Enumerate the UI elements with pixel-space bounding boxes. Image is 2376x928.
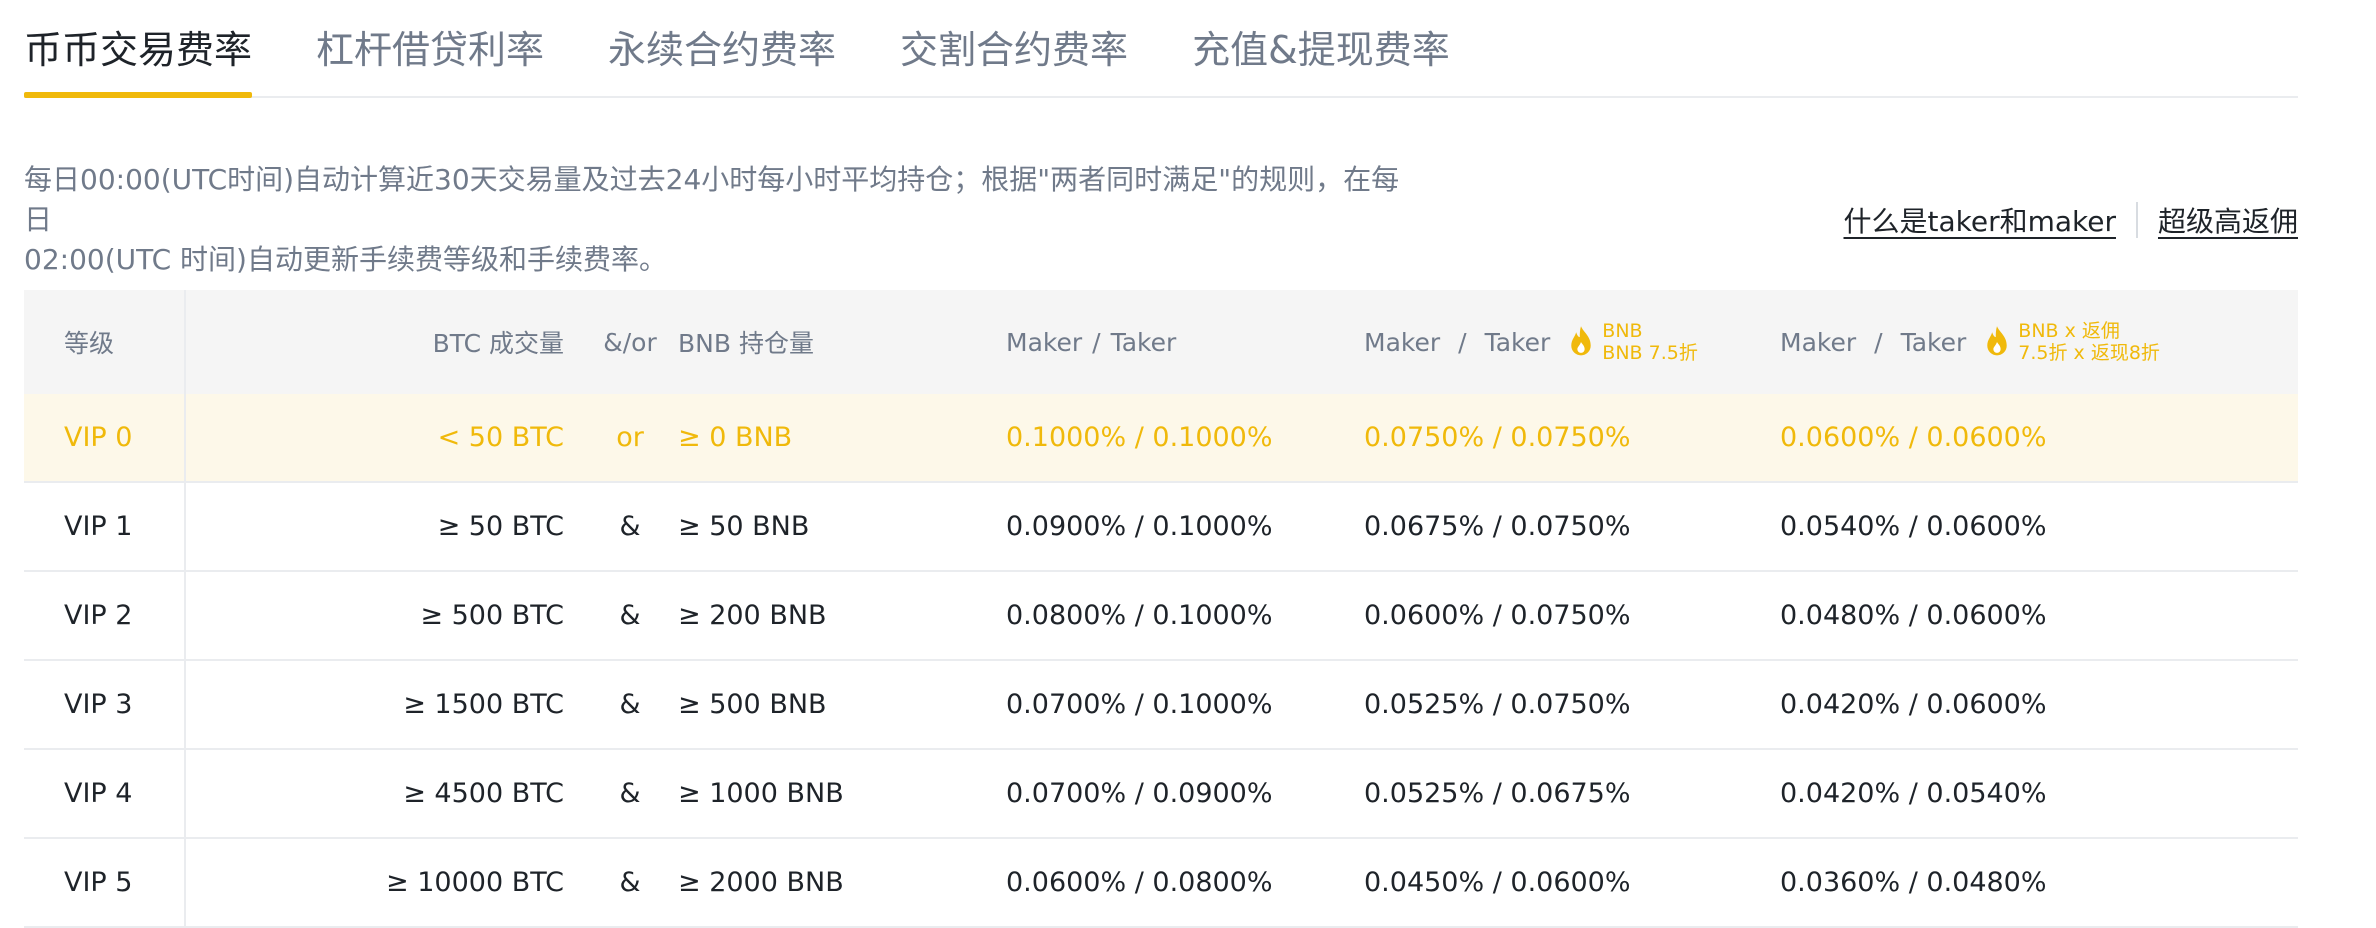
- column-divider: [184, 290, 186, 394]
- tag-line-1: BNB: [1602, 320, 1643, 342]
- vip-level: VIP 0: [64, 422, 133, 453]
- btc-volume: ≥ 1500 BTC: [403, 689, 564, 720]
- help-links: 什么是taker和maker 超级高返佣: [1844, 200, 2298, 240]
- maker-taker-rate: 0.0900% / 0.1000%: [1006, 511, 1273, 542]
- maker-taker-bnb-rate: 0.0675% / 0.0750%: [1364, 511, 1631, 542]
- column-divider: [184, 661, 186, 748]
- table-row-vip4: VIP 4 ≥ 4500 BTC & ≥ 1000 BNB 0.0700% / …: [24, 750, 2298, 839]
- column-divider: [184, 483, 186, 570]
- description-line-2: 02:00(UTC 时间)自动更新手续费等级和手续费率。: [24, 243, 667, 276]
- header-maker-label: Maker: [1780, 327, 1857, 357]
- maker-taker-bnb-rate: 0.0750% / 0.0750%: [1364, 422, 1631, 453]
- vip-level: VIP 4: [64, 778, 133, 809]
- btc-volume: ≥ 50 BTC: [437, 511, 564, 542]
- condition-operator: &: [619, 511, 641, 542]
- header-maker-taker: Maker / Taker: [1006, 290, 1176, 394]
- taker-maker-link[interactable]: 什么是taker和maker: [1844, 200, 2116, 240]
- table-row-vip1: VIP 1 ≥ 50 BTC & ≥ 50 BNB 0.0900% / 0.10…: [24, 483, 2298, 572]
- table-row-vip3: VIP 3 ≥ 1500 BTC & ≥ 500 BNB 0.0700% / 0…: [24, 661, 2298, 750]
- tag-line-2: BNB 7.5折: [1602, 342, 1698, 364]
- header-maker-label: Maker: [1006, 327, 1083, 357]
- table-row-vip0: VIP 0 < 50 BTC or ≥ 0 BNB 0.1000% / 0.10…: [24, 394, 2298, 483]
- vip-level: VIP 3: [64, 689, 133, 720]
- bnb-balance: ≥ 1000 BNB: [678, 778, 844, 809]
- fee-table: 等级 BTC 成交量 &/or BNB 持仓量 Maker / Taker Ma…: [24, 290, 2298, 928]
- fee-description: 每日00:00(UTC时间)自动计算近30天交易量及过去24小时每小时平均持仓；…: [24, 160, 1424, 280]
- header-maker-taker-bnb: Maker / Taker BNB BNB 7.5折: [1364, 290, 1698, 394]
- maker-taker-rebate-rate: 0.0360% / 0.0480%: [1780, 867, 2047, 898]
- condition-operator: &: [619, 778, 641, 809]
- header-bnb-balance: BNB 持仓量: [678, 329, 814, 358]
- link-divider: [2135, 202, 2138, 238]
- bnb-balance: ≥ 0 BNB: [678, 422, 793, 453]
- tab-spot-trading-fee[interactable]: 币币交易费率: [24, 30, 253, 98]
- column-divider: [184, 750, 186, 837]
- maker-taker-rate: 0.1000% / 0.1000%: [1006, 422, 1273, 453]
- maker-taker-bnb-rate: 0.0525% / 0.0750%: [1364, 689, 1631, 720]
- tab-perpetual-contract-fee[interactable]: 永续合约费率: [608, 30, 836, 96]
- column-divider: [184, 394, 186, 481]
- condition-operator: &: [619, 600, 641, 631]
- btc-volume: ≥ 10000 BTC: [386, 867, 564, 898]
- maker-taker-rate: 0.0800% / 0.1000%: [1006, 600, 1273, 631]
- super-rebate-link[interactable]: 超级高返佣: [2158, 200, 2298, 240]
- maker-taker-rate: 0.0700% / 0.1000%: [1006, 689, 1273, 720]
- header-taker-label: Taker: [1900, 327, 1967, 357]
- maker-taker-bnb-rate: 0.0525% / 0.0675%: [1364, 778, 1631, 809]
- maker-taker-rebate-rate: 0.0420% / 0.0600%: [1780, 689, 2047, 720]
- header-and-or: &/or: [603, 327, 657, 357]
- maker-taker-rate: 0.0700% / 0.0900%: [1006, 778, 1273, 809]
- maker-taker-rebate-rate: 0.0540% / 0.0600%: [1780, 511, 2047, 542]
- header-slash: /: [1874, 327, 1883, 357]
- fee-rate-page: 币币交易费率 杠杆借贷利率 永续合约费率 交割合约费率 充值&提现费率 每日00…: [0, 0, 2376, 928]
- header-maker-taker-rebate: Maker / Taker BNB x 返佣 7.5折 x 返现8折: [1780, 290, 2160, 394]
- btc-volume: < 50 BTC: [437, 422, 564, 453]
- bnb-balance: ≥ 200 BNB: [678, 600, 827, 631]
- bnb-discount-tag: BNB BNB 7.5折: [1602, 320, 1698, 364]
- vip-level: VIP 1: [64, 511, 133, 542]
- fire-icon: [1987, 326, 2007, 356]
- tab-delivery-contract-fee[interactable]: 交割合约费率: [900, 30, 1128, 96]
- header-taker-label: Taker: [1110, 327, 1177, 357]
- header-btc-volume: BTC 成交量: [432, 329, 564, 358]
- vip-level: VIP 2: [64, 600, 133, 631]
- maker-taker-bnb-rate: 0.0450% / 0.0600%: [1364, 867, 1631, 898]
- condition-operator: or: [616, 422, 644, 453]
- tab-bar: 币币交易费率 杠杆借贷利率 永续合约费率 交割合约费率 充值&提现费率: [24, 0, 2298, 98]
- header-taker-label: Taker: [1484, 327, 1551, 357]
- maker-taker-rebate-rate: 0.0420% / 0.0540%: [1780, 778, 2047, 809]
- table-header-row: 等级 BTC 成交量 &/or BNB 持仓量 Maker / Taker Ma…: [24, 290, 2298, 394]
- maker-taker-rebate-rate: 0.0600% / 0.0600%: [1780, 422, 2047, 453]
- description-line-1: 每日00:00(UTC时间)自动计算近30天交易量及过去24小时每小时平均持仓；…: [24, 163, 1400, 236]
- tag-line-2: 7.5折 x 返现8折: [2018, 342, 2160, 364]
- condition-operator: &: [619, 689, 641, 720]
- vip-level: VIP 5: [64, 867, 133, 898]
- header-level: 等级: [64, 329, 115, 358]
- bnb-balance: ≥ 2000 BNB: [678, 867, 844, 898]
- column-divider: [184, 572, 186, 659]
- tab-deposit-withdraw-fee[interactable]: 充值&提现费率: [1192, 30, 1450, 96]
- bnb-balance: ≥ 50 BNB: [678, 511, 810, 542]
- maker-taker-rate: 0.0600% / 0.0800%: [1006, 867, 1273, 898]
- tag-line-1: BNB x 返佣: [2018, 320, 2120, 342]
- maker-taker-bnb-rate: 0.0600% / 0.0750%: [1364, 600, 1631, 631]
- bnb-balance: ≥ 500 BNB: [678, 689, 827, 720]
- maker-taker-rebate-rate: 0.0480% / 0.0600%: [1780, 600, 2047, 631]
- header-maker-label: Maker: [1364, 327, 1441, 357]
- fire-icon: [1571, 326, 1591, 356]
- header-slash: /: [1458, 327, 1467, 357]
- header-slash: /: [1092, 327, 1101, 357]
- column-divider: [184, 839, 186, 926]
- btc-volume: ≥ 4500 BTC: [403, 778, 564, 809]
- table-row-vip2: VIP 2 ≥ 500 BTC & ≥ 200 BNB 0.0800% / 0.…: [24, 572, 2298, 661]
- btc-volume: ≥ 500 BTC: [420, 600, 564, 631]
- table-row-vip5: VIP 5 ≥ 10000 BTC & ≥ 2000 BNB 0.0600% /…: [24, 839, 2298, 928]
- condition-operator: &: [619, 867, 641, 898]
- bnb-rebate-tag: BNB x 返佣 7.5折 x 返现8折: [2018, 320, 2160, 364]
- tab-margin-lending-rate[interactable]: 杠杆借贷利率: [316, 30, 544, 96]
